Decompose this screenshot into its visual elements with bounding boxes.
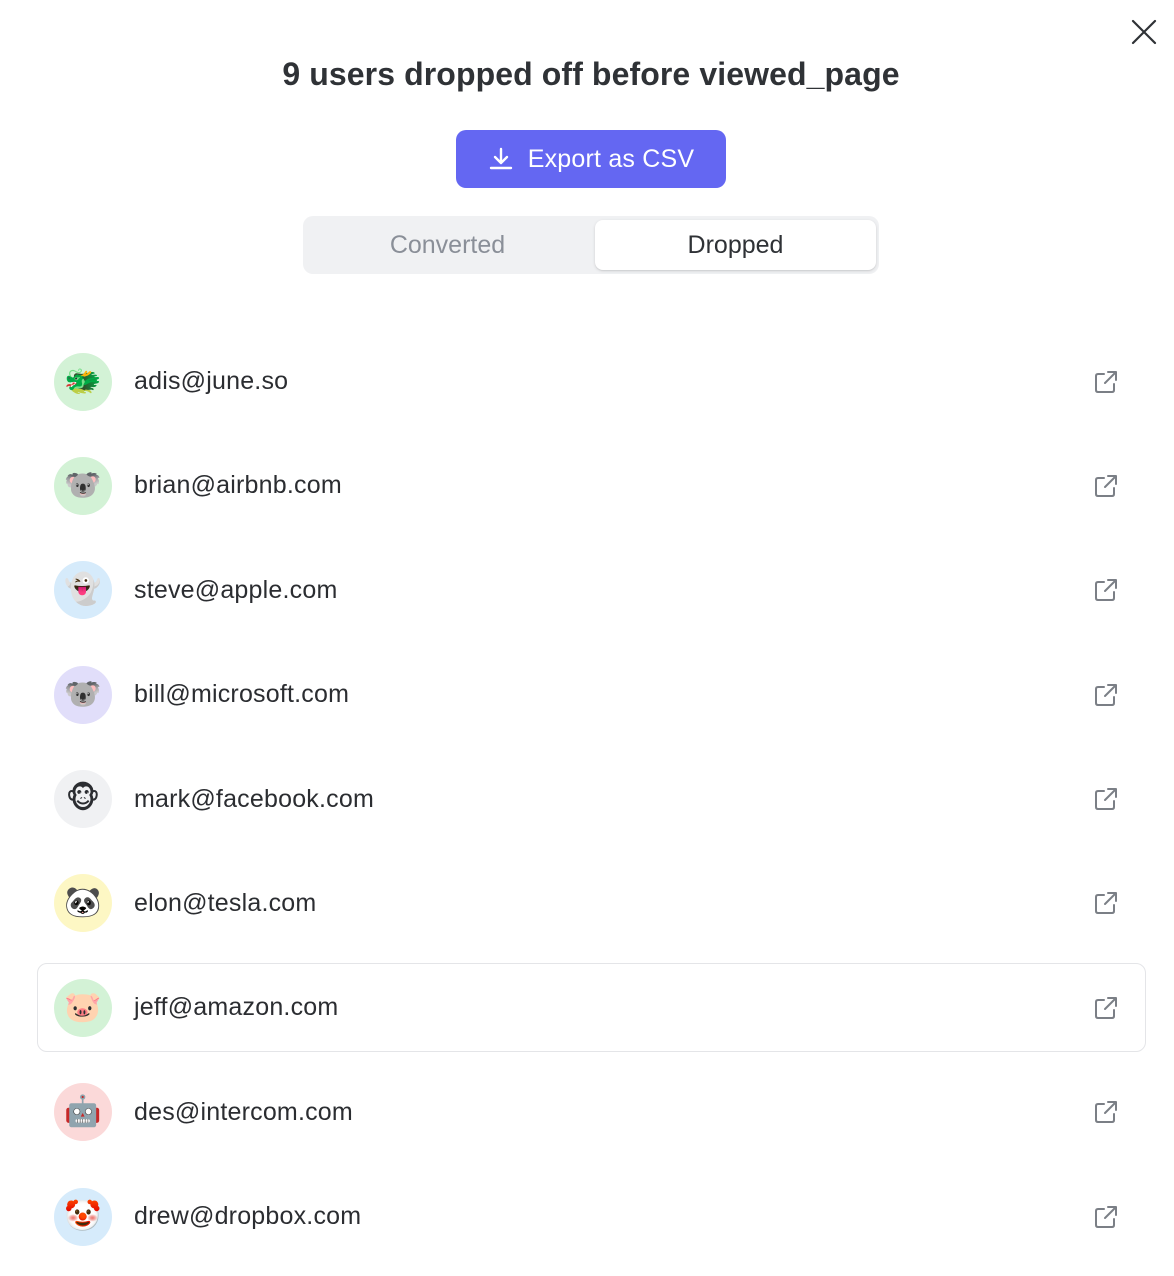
external-link-icon [1095,892,1117,915]
close-icon [1131,19,1157,45]
user-row[interactable]: 🐨 brian@airbnb.com [37,441,1146,530]
external-link-icon [1095,370,1117,393]
user-avatar: 🐼 [54,874,112,933]
external-link-icon [1095,788,1117,811]
user-email: elon@tesla.com [134,888,317,917]
user-email: des@intercom.com [134,1097,353,1126]
open-user-button[interactable] [1091,471,1121,501]
modal-title: 9 users dropped off before viewed_page [282,56,900,92]
user-email: drew@dropbox.com [134,1202,362,1231]
user-avatar: 🐵 [54,770,112,829]
close-button[interactable] [1128,16,1160,48]
open-user-button[interactable] [1091,367,1121,397]
user-row[interactable]: 👻 steve@apple.com [37,546,1146,635]
open-user-button[interactable] [1091,575,1121,605]
external-link-icon [1095,683,1117,706]
user-list: 🐲 adis@june.so 🐨 brian@airbnb.com 👻 steve@app… [37,337,1146,1276]
user-email: bill@microsoft.com [134,680,350,709]
open-user-button[interactable] [1091,680,1121,710]
external-link-icon [1095,1101,1117,1124]
open-user-button[interactable] [1091,888,1121,918]
user-avatar: 🤡 [54,1187,112,1246]
user-email: mark@facebook.com [134,784,374,813]
user-avatar: 🐨 [54,456,112,515]
tab-converted[interactable]: Converted [307,220,588,270]
user-avatar: 🐨 [54,665,112,724]
user-email: jeff@amazon.com [134,993,339,1022]
user-avatar: 👻 [54,561,112,620]
export-csv-button[interactable]: Export as CSV [456,130,726,188]
open-user-button[interactable] [1091,1202,1121,1232]
user-avatar: 🐷 [54,978,112,1037]
user-row[interactable]: 🐲 adis@june.so [37,337,1146,426]
user-row[interactable]: 🐼 elon@tesla.com [37,859,1146,948]
external-link-icon [1095,474,1117,497]
user-row[interactable]: 🐨 bill@microsoft.com [37,650,1146,739]
user-row[interactable]: 🤡 drew@dropbox.com [37,1172,1146,1261]
export-csv-label: Export as CSV [527,144,695,173]
user-row[interactable]: 🐵 mark@facebook.com [37,755,1146,844]
user-avatar: 🐲 [54,352,112,411]
user-avatar: 🤖 [54,1083,112,1142]
user-email: adis@june.so [134,367,289,395]
open-user-button[interactable] [1091,784,1121,814]
external-link-icon [1095,579,1117,602]
external-link-icon [1095,1205,1117,1228]
tab-dropped[interactable]: Dropped [595,220,876,270]
user-row[interactable]: 🐷 jeff@amazon.com [37,963,1146,1053]
user-email: steve@apple.com [134,575,338,604]
user-row[interactable]: 🤖 des@intercom.com [37,1068,1146,1157]
open-user-button[interactable] [1091,1097,1121,1127]
external-link-icon [1095,996,1117,1019]
download-icon [489,147,512,170]
converted-dropped-toggle: Converted Dropped [303,216,879,274]
user-email: brian@airbnb.com [134,471,342,500]
open-user-button[interactable] [1091,993,1121,1023]
